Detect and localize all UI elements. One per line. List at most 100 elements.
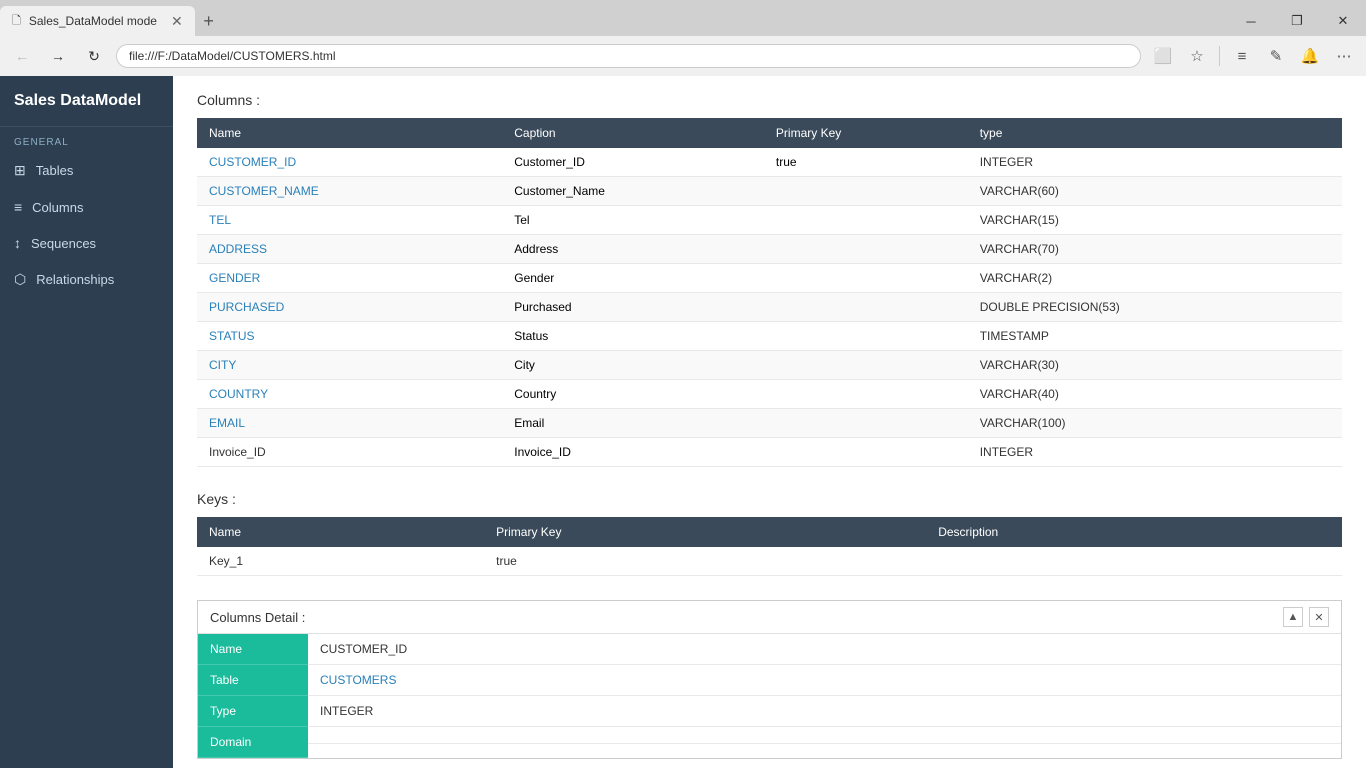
key-cell-primarykey: true	[484, 547, 926, 576]
cell-primarykey	[764, 206, 968, 235]
table-row[interactable]: EMAIL Email VARCHAR(100)	[197, 409, 1342, 438]
cell-name: EMAIL	[197, 409, 502, 438]
toolbar-icons: ⬜ ☆ ≡ ✎ 🔔 ⋯	[1149, 42, 1358, 70]
more-icon[interactable]: ⋯	[1330, 42, 1358, 70]
cell-primarykey	[764, 235, 968, 264]
cell-primarykey	[764, 351, 968, 380]
cell-type: VARCHAR(70)	[968, 235, 1342, 264]
cell-caption: Email	[502, 409, 764, 438]
sidebar-item-relationships[interactable]: ⬡ Relationships	[0, 261, 173, 298]
table-row[interactable]: CUSTOMER_NAME Customer_Name VARCHAR(60)	[197, 177, 1342, 206]
app-body: Sales DataModel GENERAL ⊞ Tables ≡ Colum…	[0, 76, 1366, 768]
cell-caption: Status	[502, 322, 764, 351]
col-header-type: type	[968, 118, 1342, 148]
sidebar-item-tables[interactable]: ⊞ Tables	[0, 152, 173, 189]
cell-type: VARCHAR(2)	[968, 264, 1342, 293]
sidebar-item-tables-label: Tables	[36, 163, 74, 178]
detail-label: Table	[198, 665, 308, 696]
table-row[interactable]: CUSTOMER_ID Customer_ID true INTEGER	[197, 148, 1342, 177]
cell-name: PURCHASED	[197, 293, 502, 322]
table-row[interactable]: PURCHASED Purchased DOUBLE PRECISION(53)	[197, 293, 1342, 322]
col-header-primarykey: Primary Key	[764, 118, 968, 148]
key-cell-description	[926, 547, 1342, 576]
detail-value: CUSTOMER_ID	[308, 634, 1341, 665]
cell-name: Invoice_ID	[197, 438, 502, 467]
detail-value: INTEGER	[308, 696, 1341, 727]
cell-name: COUNTRY	[197, 380, 502, 409]
sidebar-item-columns[interactable]: ≡ Columns	[0, 189, 173, 225]
cell-type: INTEGER	[968, 148, 1342, 177]
settings-icon[interactable]: ≡	[1228, 42, 1256, 70]
columns-section-label: Columns :	[197, 92, 1342, 108]
keys-table: Name Primary Key Description Key_1 true	[197, 517, 1342, 576]
columns-detail-body: NameTableTypeDomain CUSTOMER_IDCUSTOMERS…	[198, 634, 1341, 758]
favorites-icon[interactable]: ☆	[1183, 42, 1211, 70]
cell-caption: Purchased	[502, 293, 764, 322]
cell-name: CUSTOMER_NAME	[197, 177, 502, 206]
table-row[interactable]: CITY City VARCHAR(30)	[197, 351, 1342, 380]
cell-type: INTEGER	[968, 438, 1342, 467]
cell-caption: Invoice_ID	[502, 438, 764, 467]
minimize-button[interactable]: ─	[1228, 6, 1274, 36]
address-bar[interactable]: file:///F:/DataModel/CUSTOMERS.html	[116, 44, 1141, 68]
new-tab-button[interactable]: +	[195, 7, 223, 35]
table-row[interactable]: ADDRESS Address VARCHAR(70)	[197, 235, 1342, 264]
detail-value	[308, 727, 1341, 744]
key-header-name: Name	[197, 517, 484, 547]
detail-label-column: NameTableTypeDomain	[198, 634, 308, 758]
key-cell-name: Key_1	[197, 547, 484, 576]
table-row[interactable]: COUNTRY Country VARCHAR(40)	[197, 380, 1342, 409]
cell-caption: City	[502, 351, 764, 380]
detail-label: Domain	[198, 727, 308, 758]
forward-button[interactable]: →	[44, 42, 72, 70]
detail-value-column: CUSTOMER_IDCUSTOMERSINTEGER	[308, 634, 1341, 758]
cell-primarykey: true	[764, 148, 968, 177]
cell-caption: Country	[502, 380, 764, 409]
main-content: Columns : Name Caption Primary Key type …	[173, 76, 1366, 768]
cell-name: GENDER	[197, 264, 502, 293]
sidebar-general-label: GENERAL	[0, 127, 173, 152]
cell-name: ADDRESS	[197, 235, 502, 264]
toolbar-separator	[1219, 46, 1220, 66]
edit-icon[interactable]: ✎	[1262, 42, 1290, 70]
table-row[interactable]: TEL Tel VARCHAR(15)	[197, 206, 1342, 235]
cell-caption: Customer_Name	[502, 177, 764, 206]
cell-type: VARCHAR(15)	[968, 206, 1342, 235]
restore-button[interactable]: ❐	[1274, 6, 1320, 36]
back-button[interactable]: ←	[8, 42, 36, 70]
detail-close-button[interactable]: ✕	[1309, 607, 1329, 627]
reader-view-icon[interactable]: ⬜	[1149, 42, 1177, 70]
window-controls: ─ ❐ ✕	[1228, 6, 1366, 36]
columns-detail-title: Columns Detail :	[210, 610, 305, 625]
cell-caption: Tel	[502, 206, 764, 235]
relationships-icon: ⬡	[14, 271, 26, 288]
collapse-button[interactable]: ▲	[1283, 607, 1303, 627]
cell-name: CUSTOMER_ID	[197, 148, 502, 177]
address-text: file:///F:/DataModel/CUSTOMERS.html	[129, 49, 336, 63]
cell-type: VARCHAR(40)	[968, 380, 1342, 409]
keys-section-label: Keys :	[197, 491, 1342, 507]
reload-button[interactable]: ↻	[80, 42, 108, 70]
sidebar-item-sequences[interactable]: ↕ Sequences	[0, 225, 173, 261]
sequences-icon: ↕	[14, 235, 21, 251]
cell-name: CITY	[197, 351, 502, 380]
table-row[interactable]: Key_1 true	[197, 547, 1342, 576]
close-button[interactable]: ✕	[1320, 6, 1366, 36]
col-header-caption: Caption	[502, 118, 764, 148]
sidebar-item-sequences-label: Sequences	[31, 236, 96, 251]
cell-type: VARCHAR(60)	[968, 177, 1342, 206]
tab-bar: 🗋 Sales_DataModel mode ✕ + ─ ❐ ✕	[0, 0, 1366, 36]
table-row[interactable]: Invoice_ID Invoice_ID INTEGER	[197, 438, 1342, 467]
cell-caption: Address	[502, 235, 764, 264]
sidebar: Sales DataModel GENERAL ⊞ Tables ≡ Colum…	[0, 76, 173, 768]
detail-controls: ▲ ✕	[1283, 607, 1329, 627]
columns-icon: ≡	[14, 199, 22, 215]
table-row[interactable]: STATUS Status TIMESTAMP	[197, 322, 1342, 351]
table-row[interactable]: GENDER Gender VARCHAR(2)	[197, 264, 1342, 293]
notifications-icon[interactable]: 🔔	[1296, 42, 1324, 70]
browser-tab[interactable]: 🗋 Sales_DataModel mode ✕	[0, 6, 195, 36]
cell-primarykey	[764, 380, 968, 409]
tables-icon: ⊞	[14, 162, 26, 179]
tab-close-button[interactable]: ✕	[171, 13, 183, 30]
cell-caption: Customer_ID	[502, 148, 764, 177]
